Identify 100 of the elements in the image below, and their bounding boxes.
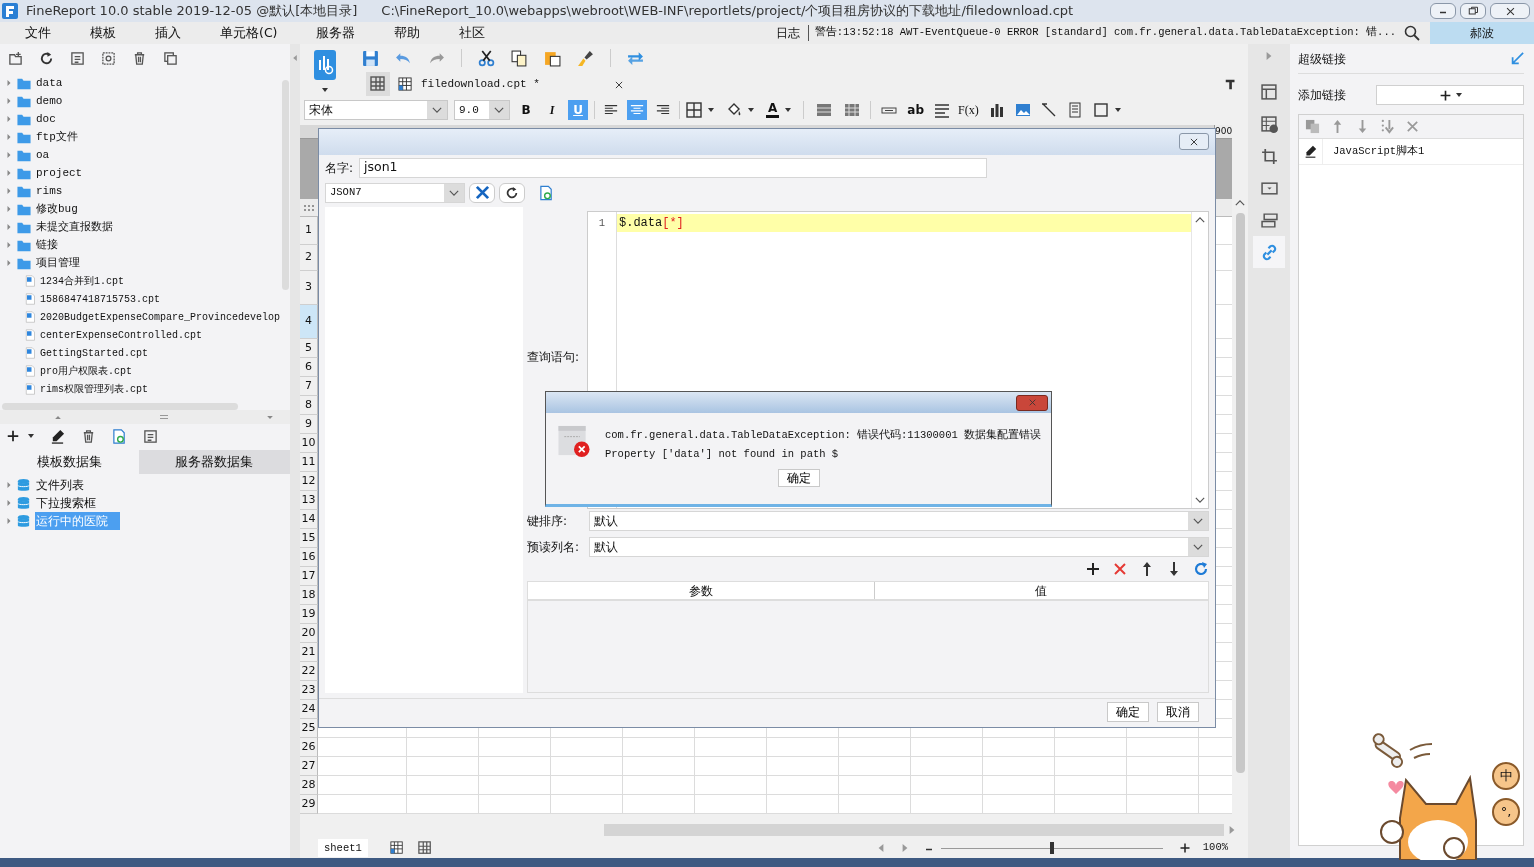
folder-name[interactable]: data bbox=[36, 74, 63, 92]
row-header[interactable]: 24 bbox=[300, 700, 318, 719]
scroll-up-icon[interactable] bbox=[1195, 215, 1205, 224]
cut-icon[interactable] bbox=[478, 49, 495, 67]
file-name[interactable]: 2020BudgetExpenseCompare_Provincedevelop bbox=[40, 309, 281, 325]
menu-item[interactable]: 单元格(C) bbox=[195, 23, 278, 43]
sheet-row-cells[interactable] bbox=[318, 757, 1232, 776]
row-header[interactable]: 15 bbox=[300, 529, 318, 548]
scroll-left-icon[interactable] bbox=[876, 843, 885, 853]
menu-item[interactable]: 社区 bbox=[434, 23, 486, 43]
dock-icon[interactable] bbox=[1510, 51, 1524, 66]
add-poly-sheet-icon[interactable] bbox=[415, 841, 434, 855]
grid-insert-button[interactable] bbox=[366, 72, 390, 96]
move-bottom-icon[interactable] bbox=[1380, 119, 1395, 134]
dataset-name[interactable]: 下拉搜索框 bbox=[35, 494, 108, 512]
close-tab-icon[interactable] bbox=[614, 79, 624, 90]
row-header[interactable]: 16 bbox=[300, 548, 318, 567]
chart-icon[interactable] bbox=[988, 102, 1005, 118]
row-header[interactable]: 17 bbox=[300, 567, 318, 586]
sheet-row-cells[interactable] bbox=[318, 776, 1232, 795]
scrollbar[interactable] bbox=[2, 403, 238, 410]
split-cells-icon[interactable] bbox=[844, 102, 861, 118]
italic-toggle[interactable]: I bbox=[542, 100, 562, 120]
row-header[interactable]: 13 bbox=[300, 491, 318, 510]
remove-icon[interactable] bbox=[1405, 119, 1420, 134]
dropdown-caret-icon[interactable] bbox=[1114, 108, 1121, 112]
dropdown-caret-icon[interactable] bbox=[322, 88, 328, 92]
bold-toggle[interactable]: B bbox=[516, 100, 536, 120]
diagonal-line-icon[interactable] bbox=[1040, 102, 1057, 118]
delete-icon[interactable] bbox=[132, 50, 147, 66]
row-header[interactable]: 3 bbox=[300, 271, 318, 305]
sheet-row-cells[interactable] bbox=[318, 738, 1232, 757]
new-folder-icon[interactable] bbox=[8, 50, 23, 66]
menu-item[interactable]: 插入 bbox=[130, 23, 181, 43]
font-size-select[interactable]: 9.0 bbox=[454, 100, 510, 120]
align-center-button[interactable] bbox=[627, 100, 647, 120]
dataset-tab[interactable]: 服务器数据集 bbox=[138, 450, 290, 474]
row-header[interactable]: 29 bbox=[300, 795, 318, 814]
preview-icon[interactable] bbox=[539, 184, 554, 201]
document-icon[interactable] bbox=[70, 50, 85, 66]
folder-name[interactable]: 修改bug bbox=[36, 200, 78, 218]
row-header[interactable]: 25 bbox=[300, 719, 318, 738]
row-header[interactable]: 9 bbox=[300, 415, 318, 434]
panel-toggle-icon[interactable] bbox=[1224, 77, 1238, 91]
row-header[interactable]: 28 bbox=[300, 776, 318, 795]
side-tab[interactable] bbox=[1253, 236, 1285, 268]
ok-button[interactable]: 确定 bbox=[1107, 702, 1149, 722]
fill-color-icon[interactable] bbox=[726, 102, 742, 118]
sheet-tab[interactable]: sheet1 bbox=[318, 839, 368, 857]
sort-select[interactable]: 默认 bbox=[589, 511, 1209, 532]
row-header[interactable]: 19 bbox=[300, 605, 318, 624]
row-header[interactable]: 12 bbox=[300, 472, 318, 491]
data-source-select[interactable]: JSON7 bbox=[325, 182, 465, 203]
row-header[interactable]: 26 bbox=[300, 738, 318, 757]
dropdown-caret-icon[interactable] bbox=[785, 108, 792, 112]
row-header[interactable]: 18 bbox=[300, 586, 318, 605]
menu-item[interactable]: 文件 bbox=[0, 23, 51, 43]
select-all-icon[interactable] bbox=[303, 203, 315, 212]
menu-item[interactable]: 模板 bbox=[65, 23, 116, 43]
scroll-up-icon[interactable] bbox=[1235, 199, 1245, 207]
paragraph-icon[interactable] bbox=[934, 102, 950, 118]
paste-icon[interactable] bbox=[544, 49, 561, 67]
restore-button[interactable] bbox=[1460, 3, 1486, 19]
dataset-name[interactable]: 文件列表 bbox=[35, 476, 96, 494]
folder-name[interactable]: rims bbox=[36, 182, 63, 200]
format-painter-icon[interactable] bbox=[577, 49, 594, 67]
file-name[interactable]: centerExpenseControlled.cpt bbox=[40, 327, 203, 343]
refresh-icon[interactable] bbox=[39, 50, 54, 66]
preview-icon[interactable] bbox=[112, 428, 127, 444]
save-icon[interactable] bbox=[362, 49, 379, 67]
file-name[interactable]: GettingStarted.cpt bbox=[40, 345, 149, 361]
tools-button[interactable] bbox=[469, 182, 495, 203]
delete-icon[interactable] bbox=[1112, 560, 1128, 577]
new-report-icon[interactable] bbox=[314, 50, 336, 80]
settings-icon[interactable] bbox=[101, 50, 116, 66]
close-button[interactable] bbox=[1016, 394, 1049, 411]
folder-name[interactable]: 未提交直报数据 bbox=[36, 218, 113, 236]
scroll-down-icon[interactable] bbox=[1195, 495, 1205, 504]
dropdown-caret-icon[interactable] bbox=[708, 108, 714, 112]
menu-item[interactable]: 服务器 bbox=[291, 23, 356, 43]
folder-name[interactable]: oa bbox=[36, 146, 50, 164]
folder-name[interactable]: demo bbox=[36, 92, 63, 110]
link-item[interactable]: JavaScript脚本1 bbox=[1333, 143, 1425, 160]
zoom-slider-thumb[interactable] bbox=[1049, 841, 1054, 854]
row-header[interactable]: 1 bbox=[300, 217, 318, 245]
folder-name[interactable]: 链接 bbox=[36, 236, 58, 254]
scrollbar[interactable] bbox=[282, 80, 289, 290]
file-name[interactable]: 1586847418715753.cpt bbox=[40, 291, 161, 307]
add-icon[interactable] bbox=[1085, 560, 1101, 577]
folder-name[interactable]: ftp文件 bbox=[36, 128, 78, 146]
user-name[interactable]: 郝波 bbox=[1430, 22, 1534, 44]
ok-button[interactable]: 确定 bbox=[777, 468, 820, 487]
delete-icon[interactable] bbox=[81, 428, 96, 444]
row-header[interactable]: 6 bbox=[300, 358, 318, 377]
table-header[interactable]: 值 bbox=[874, 582, 1208, 600]
search-icon[interactable] bbox=[1404, 25, 1420, 41]
font-select[interactable]: 宋体 bbox=[304, 100, 448, 120]
text-tool[interactable]: ab bbox=[907, 101, 924, 119]
scrollbar[interactable] bbox=[604, 824, 1224, 836]
dropdown-caret-icon[interactable] bbox=[748, 108, 754, 112]
